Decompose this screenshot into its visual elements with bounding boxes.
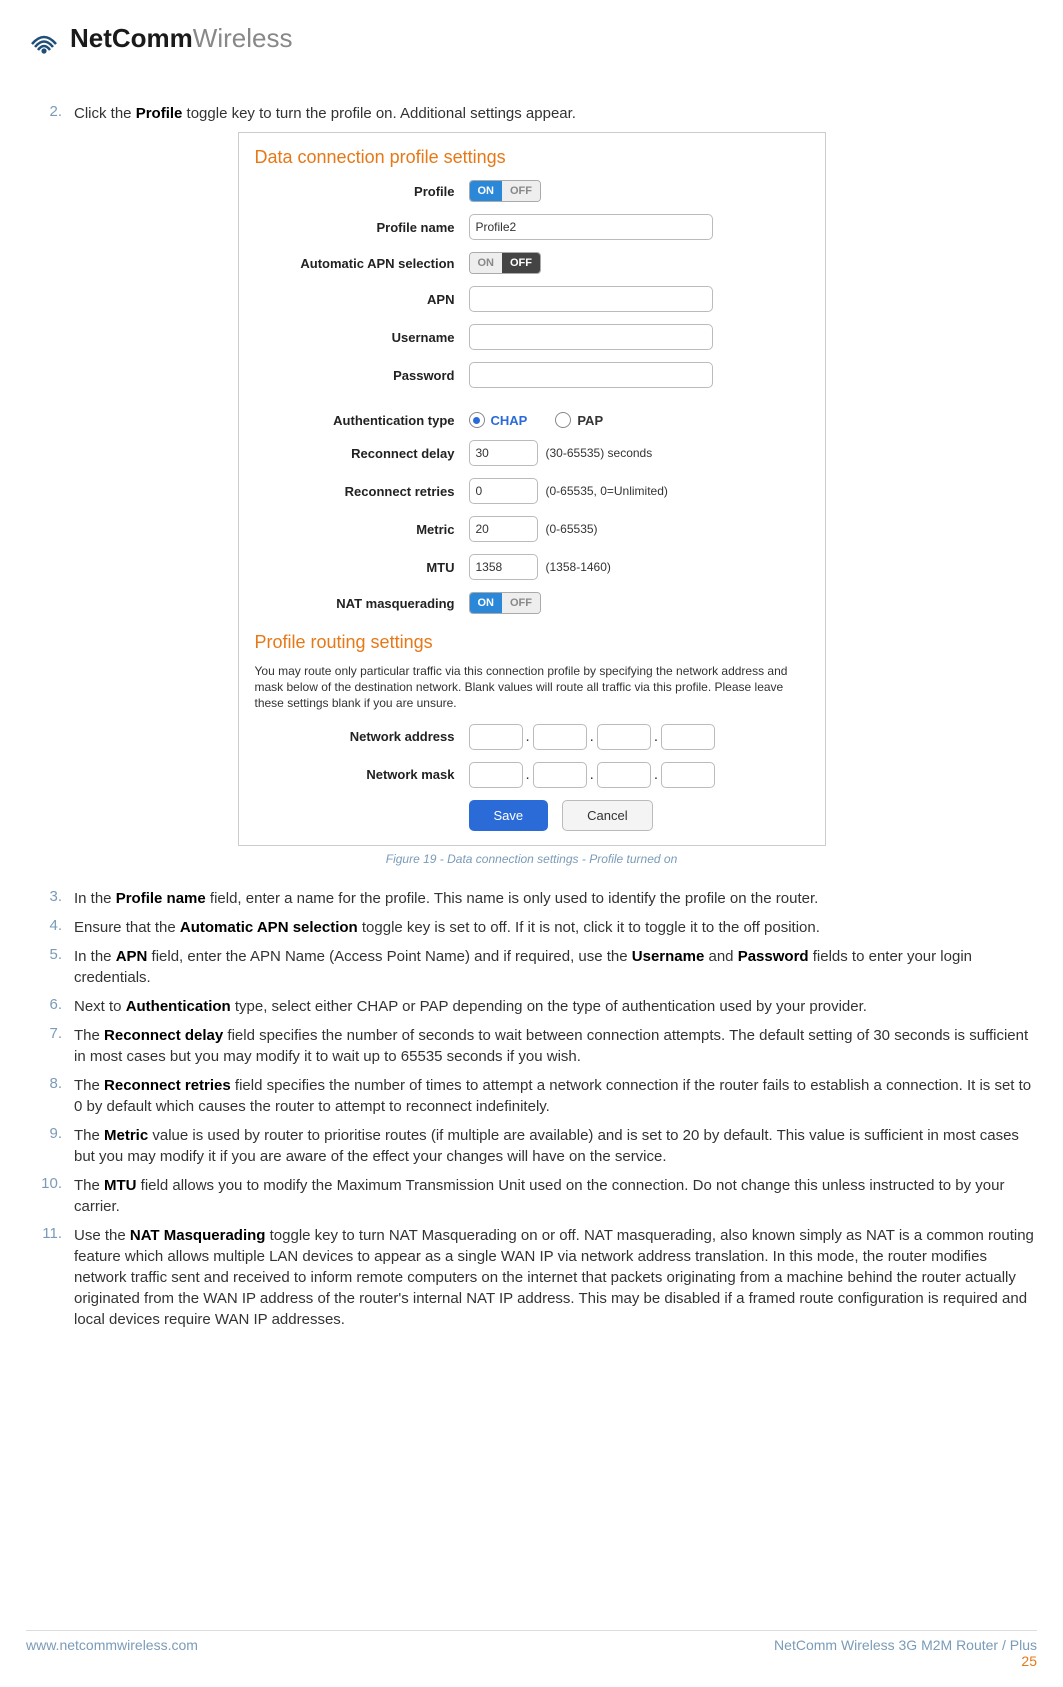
page-number: 25 [774, 1653, 1037, 1669]
mtu-input[interactable] [469, 554, 538, 580]
page-header: NetCommWireless [26, 0, 1037, 68]
apn-input[interactable] [469, 286, 713, 312]
page-footer: www.netcommwireless.com NetComm Wireless… [26, 1630, 1037, 1669]
figure-caption: Figure 19 - Data connection settings - P… [26, 852, 1037, 866]
routing-description: You may route only particular traffic vi… [255, 663, 809, 712]
username-input[interactable] [469, 324, 713, 350]
step-3: 3.In the Profile name field, enter a nam… [26, 888, 1037, 909]
section-title-data-conn: Data connection profile settings [255, 147, 809, 168]
step-number: 2. [26, 103, 74, 124]
section-title-routing: Profile routing settings [255, 632, 809, 653]
settings-figure: Data connection profile settings Profile… [238, 132, 826, 846]
step-4: 4.Ensure that the Automatic APN selectio… [26, 917, 1037, 938]
netaddr-octet-2[interactable] [533, 724, 587, 750]
step-text: Click the Profile toggle key to turn the… [74, 103, 1037, 124]
metric-input[interactable] [469, 516, 538, 542]
footer-url: www.netcommwireless.com [26, 1637, 198, 1669]
auth-chap-radio[interactable]: CHAP [469, 412, 528, 428]
profile-toggle[interactable]: ONOFF [469, 180, 542, 202]
profile-name-input[interactable] [469, 214, 713, 240]
step-11: 11.Use the NAT Masquerading toggle key t… [26, 1225, 1037, 1330]
brand-name-light: Wireless [193, 23, 293, 54]
step-10: 10.The MTU field allows you to modify th… [26, 1175, 1037, 1217]
step-2: 2. Click the Profile toggle key to turn … [26, 103, 1037, 124]
netaddr-octet-3[interactable] [597, 724, 651, 750]
reconnect-delay-input[interactable] [469, 440, 538, 466]
netmask-octet-2[interactable] [533, 762, 587, 788]
step-9: 9.The Metric value is used by router to … [26, 1125, 1037, 1167]
reconnect-retries-input[interactable] [469, 478, 538, 504]
netaddr-octet-4[interactable] [661, 724, 715, 750]
cancel-button[interactable]: Cancel [562, 800, 652, 831]
netmask-octet-1[interactable] [469, 762, 523, 788]
nat-toggle[interactable]: ONOFF [469, 592, 542, 614]
brand-name-bold: NetComm [70, 23, 193, 54]
footer-product: NetComm Wireless 3G M2M Router / Plus [774, 1637, 1037, 1653]
netaddr-octet-1[interactable] [469, 724, 523, 750]
auth-pap-radio[interactable]: PAP [555, 412, 603, 428]
password-input[interactable] [469, 362, 713, 388]
step-7: 7.The Reconnect delay field specifies th… [26, 1025, 1037, 1067]
step-8: 8.The Reconnect retries field specifies … [26, 1075, 1037, 1117]
auto-apn-toggle[interactable]: ONOFF [469, 252, 542, 274]
step-6: 6.Next to Authentication type, select ei… [26, 996, 1037, 1017]
radio-selected-icon [469, 412, 485, 428]
netmask-octet-3[interactable] [597, 762, 651, 788]
save-button[interactable]: Save [469, 800, 549, 831]
brand-logo-icon [26, 20, 62, 56]
radio-unselected-icon [555, 412, 571, 428]
netmask-octet-4[interactable] [661, 762, 715, 788]
step-5: 5.In the APN field, enter the APN Name (… [26, 946, 1037, 988]
